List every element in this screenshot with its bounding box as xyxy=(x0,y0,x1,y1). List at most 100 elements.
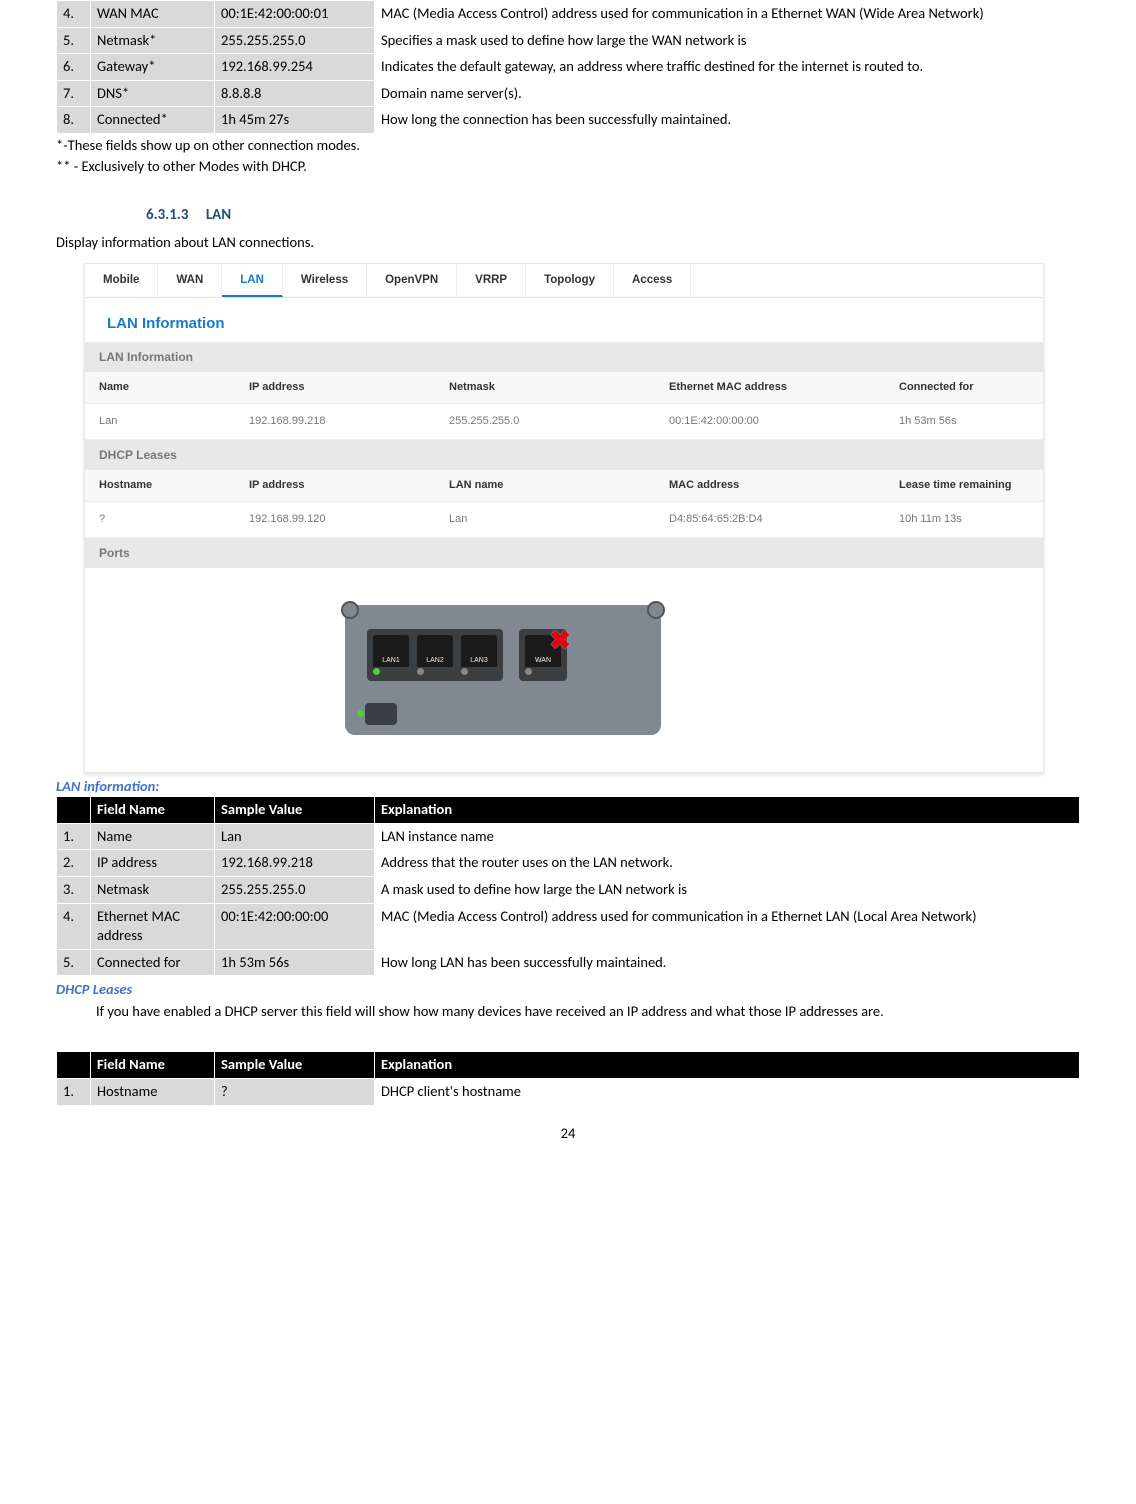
row-index: 5. xyxy=(57,949,91,976)
section-intro: Display information about LAN connection… xyxy=(56,233,1080,253)
tab-wan[interactable]: WAN xyxy=(158,264,222,297)
tab-wireless[interactable]: Wireless xyxy=(283,264,367,297)
row-index: 1. xyxy=(57,823,91,850)
lan-info-table: Field Name Sample Value Explanation 1. N… xyxy=(56,796,1080,976)
explanation: Domain name server(s). xyxy=(375,80,1080,107)
row-index: 6. xyxy=(57,54,91,81)
table-header-row: Field Name Sample Value Explanation xyxy=(57,797,1080,824)
ports-panel: LAN1 LAN2 LAN3 WAN ✖ xyxy=(85,568,1043,772)
row-index: 7. xyxy=(57,80,91,107)
explanation: How long LAN has been successfully maint… xyxy=(375,949,1080,976)
section-bar-dhcp: DHCP Leases xyxy=(85,440,1043,470)
x-mark-icon: ✖ xyxy=(549,623,571,658)
sample-value: ? xyxy=(215,1078,375,1105)
field-name: WAN MAC xyxy=(91,1,215,28)
dhcp-header-row: Hostname IP address LAN name MAC address… xyxy=(85,470,1043,502)
explanation: LAN instance name xyxy=(375,823,1080,850)
field-name: Connected for xyxy=(91,949,215,976)
tab-lan[interactable]: LAN xyxy=(222,264,283,297)
row-index: 2. xyxy=(57,850,91,877)
lan-screenshot: Mobile WAN LAN Wireless OpenVPN VRRP Top… xyxy=(84,263,1044,773)
row-index: 3. xyxy=(57,877,91,904)
cell: 00:1E:42:00:00:00 xyxy=(669,414,899,429)
explanation: Indicates the default gateway, an addres… xyxy=(375,54,1080,81)
table-row: 4. Ethernet MAC address 00:1E:42:00:00:0… xyxy=(57,903,1080,949)
col-header: Ethernet MAC address xyxy=(669,380,899,395)
col-header: Sample Value xyxy=(215,1052,375,1079)
cell: 192.168.99.218 xyxy=(249,414,449,429)
sim-slot xyxy=(365,649,397,725)
col-header: Name xyxy=(99,380,249,395)
explanation: Specifies a mask used to define how larg… xyxy=(375,27,1080,54)
table-row: 4. WAN MAC 00:1E:42:00:00:01 MAC (Media … xyxy=(57,1,1080,28)
cell: 255.255.255.0 xyxy=(449,414,669,429)
field-name: Connected* xyxy=(91,107,215,134)
tab-access[interactable]: Access xyxy=(614,264,691,297)
sample-value: 1h 45m 27s xyxy=(215,107,375,134)
tab-topology[interactable]: Topology xyxy=(526,264,614,297)
section-bar-ports: Ports xyxy=(85,538,1043,568)
page-number: 24 xyxy=(56,1124,1080,1144)
port-lan3-icon: LAN3 xyxy=(461,635,497,667)
dhcp-row: ? 192.168.99.120 Lan D4:85:64:65:2B:D4 1… xyxy=(85,502,1043,538)
col-header: MAC address xyxy=(669,478,899,493)
col-header: IP address xyxy=(249,380,449,395)
panel-title: LAN Information xyxy=(85,298,1043,342)
explanation: A mask used to define how large the LAN … xyxy=(375,877,1080,904)
table-row: 5. Netmask* 255.255.255.0 Specifies a ma… xyxy=(57,27,1080,54)
sample-value: 00:1E:42:00:00:01 xyxy=(215,1,375,28)
explanation: MAC (Media Access Control) address used … xyxy=(375,903,1080,949)
cell: ? xyxy=(99,512,249,527)
field-name: IP address xyxy=(91,850,215,877)
explanation: How long the connection has been success… xyxy=(375,107,1080,134)
field-name: Name xyxy=(91,823,215,850)
cell: Lan xyxy=(449,512,669,527)
table-header-row: Field Name Sample Value Explanation xyxy=(57,1052,1080,1079)
col-header: Connected for xyxy=(899,380,1033,395)
col-header: Netmask xyxy=(449,380,669,395)
table-row: 6. Gateway* 192.168.99.254 Indicates the… xyxy=(57,54,1080,81)
tab-vrrp[interactable]: VRRP xyxy=(457,264,526,297)
sample-value: 255.255.255.0 xyxy=(215,27,375,54)
section-heading: 6.3.1.3 LAN xyxy=(146,205,1080,225)
field-name: Ethernet MAC address xyxy=(91,903,215,949)
tab-bar: Mobile WAN LAN Wireless OpenVPN VRRP Top… xyxy=(85,264,1043,298)
tab-mobile[interactable]: Mobile xyxy=(85,264,158,297)
table-row: 7. DNS* 8.8.8.8 Domain name server(s). xyxy=(57,80,1080,107)
section-bar-lan-info: LAN Information xyxy=(85,342,1043,372)
sample-value: 192.168.99.254 xyxy=(215,54,375,81)
section-title: LAN xyxy=(206,206,231,224)
antenna-icon xyxy=(341,601,359,619)
col-header: IP address xyxy=(249,478,449,493)
dhcp-paragraph: If you have enabled a DHCP server this f… xyxy=(56,1002,1080,1022)
table-row: 3. Netmask 255.255.255.0 A mask used to … xyxy=(57,877,1080,904)
field-name: DNS* xyxy=(91,80,215,107)
field-name: Netmask* xyxy=(91,27,215,54)
field-name: Gateway* xyxy=(91,54,215,81)
col-header: Explanation xyxy=(375,797,1080,824)
cell: Lan xyxy=(99,414,249,429)
footnote-1: *-These fields show up on other connecti… xyxy=(56,136,1080,156)
col-header: Field Name xyxy=(91,797,215,824)
row-index: 8. xyxy=(57,107,91,134)
sample-value: 255.255.255.0 xyxy=(215,877,375,904)
table-row: 5. Connected for 1h 53m 56s How long LAN… xyxy=(57,949,1080,976)
col-header: Explanation xyxy=(375,1052,1080,1079)
sim-icon xyxy=(365,703,397,725)
section-number: 6.3.1.3 xyxy=(146,206,188,224)
sample-value: Lan xyxy=(215,823,375,850)
cell: D4:85:64:65:2B:D4 xyxy=(669,512,899,527)
footnote-2: ** - Exclusively to other Modes with DHC… xyxy=(56,157,1080,177)
wan-table: 4. WAN MAC 00:1E:42:00:00:01 MAC (Media … xyxy=(56,0,1080,134)
sample-value: 8.8.8.8 xyxy=(215,80,375,107)
tab-openvpn[interactable]: OpenVPN xyxy=(367,264,457,297)
row-index: 5. xyxy=(57,27,91,54)
row-index: 4. xyxy=(57,1,91,28)
sample-value: 00:1E:42:00:00:00 xyxy=(215,903,375,949)
lan-info-heading: LAN information: xyxy=(56,777,1080,797)
col-header xyxy=(57,1052,91,1079)
cell: 10h 11m 13s xyxy=(899,512,1033,527)
row-index: 4. xyxy=(57,903,91,949)
col-header: Lease time remaining xyxy=(899,478,1033,493)
table-row: 2. IP address 192.168.99.218 Address tha… xyxy=(57,850,1080,877)
